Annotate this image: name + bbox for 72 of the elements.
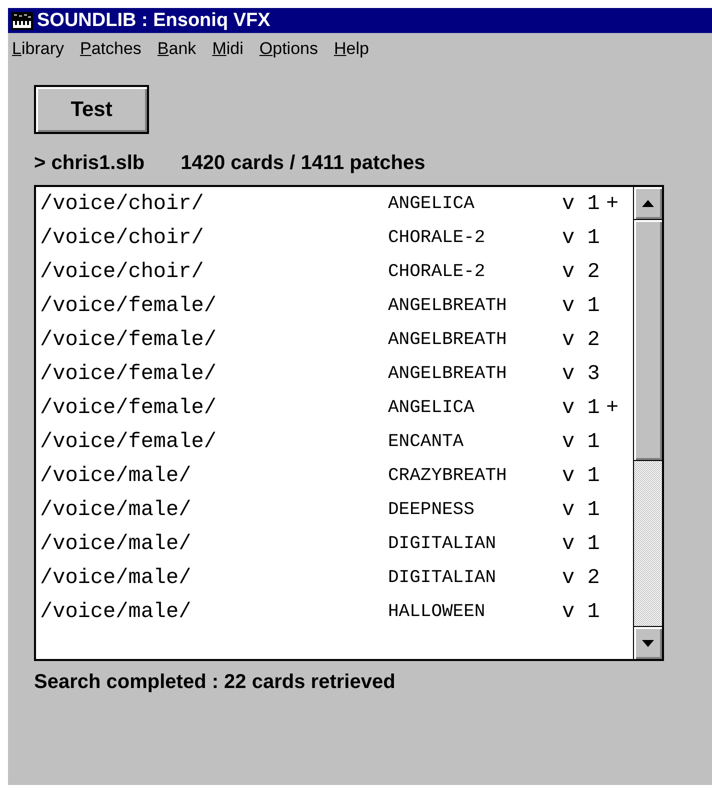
scroll-thumb[interactable] [634, 220, 662, 461]
status-text: Search completed : 22 cards retrieved [34, 671, 396, 694]
patch-row[interactable]: /voice/choir/ ANGELICA v 1 + [40, 187, 633, 221]
menu-item[interactable]: Library [12, 39, 64, 63]
patch-path: /voice/choir/ [40, 226, 205, 250]
patch-row[interactable]: /voice/male/ DIGITALIAN v 1 [40, 527, 633, 561]
patch-version: v 1 [562, 532, 601, 556]
patch-name: ENCANTA [388, 432, 465, 452]
patch-version: v 1 [562, 430, 601, 454]
keyboard-icon[interactable] [11, 12, 33, 30]
patch-version: v 1 [562, 600, 601, 624]
patch-version: v 3 [562, 362, 601, 386]
patch-row[interactable]: /voice/male/ DEEPNESS v 1 [40, 493, 633, 527]
menu-item[interactable]: Bank [157, 39, 196, 63]
patch-row[interactable]: /voice/female/ ANGELBREATH v 1 [40, 289, 633, 323]
patch-name: DIGITALIAN [388, 534, 498, 554]
patch-name: ANGELICA [388, 398, 476, 418]
test-button[interactable]: Test [34, 85, 149, 134]
patch-name: CRAZYBREATH [388, 466, 508, 486]
patch-path: /voice/male/ [40, 464, 192, 488]
library-file: > chris1.slb [34, 152, 145, 175]
patch-path: /voice/female/ [40, 430, 218, 454]
scroll-up-button[interactable] [634, 187, 662, 220]
window-title: SOUNDLIB : Ensoniq VFX [37, 10, 270, 32]
patch-version: v 1 [562, 294, 601, 318]
patch-name: ANGELBREATH [388, 296, 508, 316]
patch-path: /voice/male/ [40, 498, 192, 522]
patch-name: DIGITALIAN [388, 568, 498, 588]
patch-name: CHORALE-2 [388, 262, 486, 282]
patch-path: /voice/choir/ [40, 192, 205, 216]
patch-row[interactable]: /voice/male/ HALLOWEEN v 1 [40, 595, 633, 629]
patch-mark: + [606, 396, 619, 420]
patch-path: /voice/female/ [40, 294, 218, 318]
menu-item[interactable]: Help [334, 39, 369, 63]
patch-row[interactable]: /voice/female/ ANGELBREATH v 2 [40, 323, 633, 357]
patch-name: HALLOWEEN [388, 602, 486, 622]
patch-version: v 1 [562, 226, 601, 250]
down-arrow-icon [642, 640, 654, 646]
patch-row[interactable]: /voice/female/ ENCANTA v 1 [40, 425, 633, 459]
menu-item[interactable]: Options [259, 39, 318, 63]
patch-row[interactable]: /voice/choir/ CHORALE-2 v 1 [40, 221, 633, 255]
patch-path: /voice/male/ [40, 600, 192, 624]
patch-path: /voice/choir/ [40, 260, 205, 284]
patch-mark: + [606, 192, 619, 216]
up-arrow-icon [642, 200, 654, 206]
patch-path: /voice/female/ [40, 328, 218, 352]
patch-name: DEEPNESS [388, 500, 476, 520]
patch-path: /voice/female/ [40, 362, 218, 386]
patch-version: v 2 [562, 566, 601, 590]
patch-version: v 2 [562, 260, 601, 284]
patch-version: v 1 [562, 464, 601, 488]
patch-row[interactable]: /voice/male/ CRAZYBREATH v 1 [40, 459, 633, 493]
patch-version: v 1 [562, 192, 601, 216]
patch-name: CHORALE-2 [388, 228, 486, 248]
patch-row[interactable]: /voice/choir/ CHORALE-2 v 2 [40, 255, 633, 289]
menu-item[interactable]: Patches [80, 39, 142, 63]
patch-name: ANGELBREATH [388, 330, 508, 350]
library-counts: 1420 cards / 1411 patches [180, 152, 426, 175]
patch-version: v 1 [562, 498, 601, 522]
patch-row[interactable]: /voice/female/ ANGELICA v 1 + [40, 391, 633, 425]
patch-name: ANGELICA [388, 194, 476, 214]
patch-path: /voice/female/ [40, 396, 218, 420]
scrollbar[interactable] [633, 187, 662, 659]
patch-version: v 2 [562, 328, 601, 352]
patch-version: v 1 [562, 396, 601, 420]
patch-name: ANGELBREATH [388, 364, 508, 384]
scroll-down-button[interactable] [634, 626, 662, 659]
patch-row[interactable]: /voice/male/ DIGITALIAN v 2 [40, 561, 633, 595]
patch-path: /voice/male/ [40, 566, 192, 590]
patch-path: /voice/male/ [40, 532, 192, 556]
patch-row[interactable]: /voice/female/ ANGELBREATH v 3 [40, 357, 633, 391]
menu-item[interactable]: Midi [212, 39, 244, 63]
